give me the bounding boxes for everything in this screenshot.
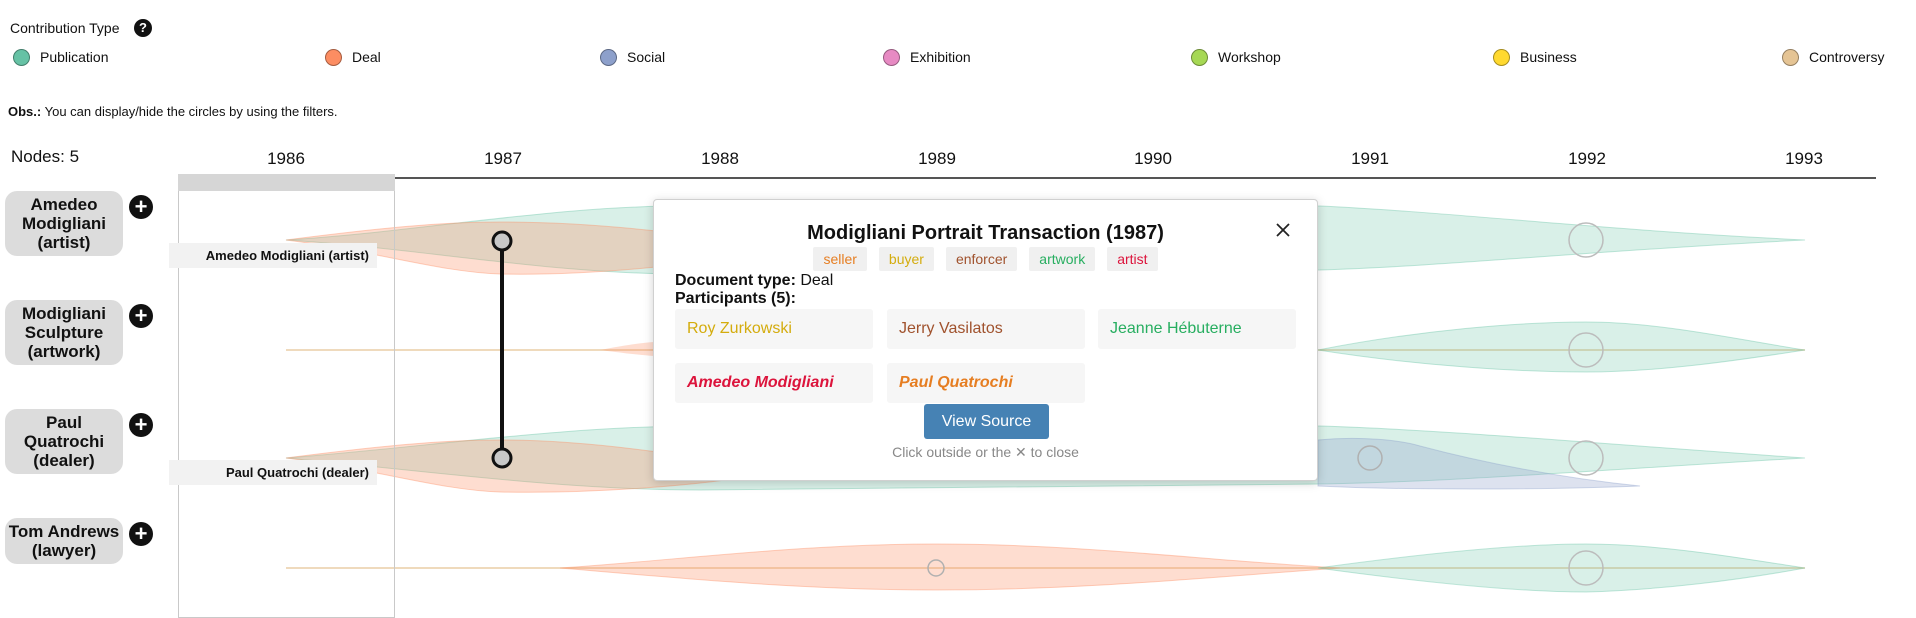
stream-row4-deal bbox=[559, 543, 1341, 591]
row-label-paul-quatrochi[interactable]: Paul Quatrochi (dealer) bbox=[5, 409, 123, 474]
row-label-modigliani-sculpture[interactable]: Modigliani Sculpture (artwork) bbox=[5, 300, 123, 365]
popup-title: Modigliani Portrait Transaction (1987) bbox=[807, 222, 1164, 244]
participant-card[interactable]: Roy Zurkowski bbox=[675, 309, 873, 349]
stream-row2-deal bbox=[600, 342, 655, 356]
row-label-amedeo-modigliani[interactable]: Amedeo Modigliani (artist) bbox=[5, 191, 123, 256]
add-row-sculpture-button[interactable]: + bbox=[129, 304, 153, 328]
time-brush-handle[interactable] bbox=[178, 174, 395, 191]
role-tag-artwork: artwork bbox=[1029, 247, 1096, 271]
participant-card[interactable]: Amedeo Modigliani bbox=[675, 363, 873, 403]
close-hint: Click outside or the ✕ to close bbox=[892, 444, 1079, 460]
node-tag-paul: Paul Quatrochi (dealer) bbox=[169, 460, 377, 485]
participants-label: Participants (5): bbox=[675, 290, 796, 307]
role-tag-artist: artist bbox=[1107, 247, 1158, 271]
add-row-paul-button[interactable]: + bbox=[129, 413, 153, 437]
add-row-tom-button[interactable]: + bbox=[129, 522, 153, 546]
role-tag-buyer: buyer bbox=[878, 247, 934, 271]
event-node-1987-paul[interactable] bbox=[491, 447, 513, 469]
add-row-amedeo-button[interactable]: + bbox=[129, 195, 153, 219]
document-type-value: Deal bbox=[795, 272, 834, 289]
node-tag-amedeo: Amedeo Modigliani (artist) bbox=[169, 243, 377, 268]
role-tag-enforcer: enforcer bbox=[945, 247, 1018, 271]
role-tag-seller: seller bbox=[813, 247, 867, 271]
row-label-tom-andrews[interactable]: Tom Andrews (lawyer) bbox=[5, 518, 123, 564]
participant-card[interactable]: Jerry Vasilatos bbox=[887, 309, 1085, 349]
participant-card[interactable]: Paul Quatrochi bbox=[887, 363, 1085, 403]
document-type: Document type: Deal bbox=[675, 272, 833, 290]
close-icon[interactable] bbox=[1273, 220, 1293, 240]
view-source-button[interactable]: View Source bbox=[924, 404, 1049, 439]
stream-row2-publication bbox=[1317, 321, 1806, 373]
participant-card[interactable]: Jeanne Hébuterne bbox=[1098, 309, 1296, 349]
role-tags: seller buyer enforcer artwork artist bbox=[654, 247, 1317, 271]
time-brush[interactable] bbox=[178, 174, 395, 618]
stream-row4-publication bbox=[1317, 543, 1806, 593]
event-node-1987-amedeo[interactable] bbox=[491, 230, 513, 252]
event-popup: Modigliani Portrait Transaction (1987) s… bbox=[653, 199, 1318, 481]
document-type-label: Document type: bbox=[675, 272, 796, 289]
